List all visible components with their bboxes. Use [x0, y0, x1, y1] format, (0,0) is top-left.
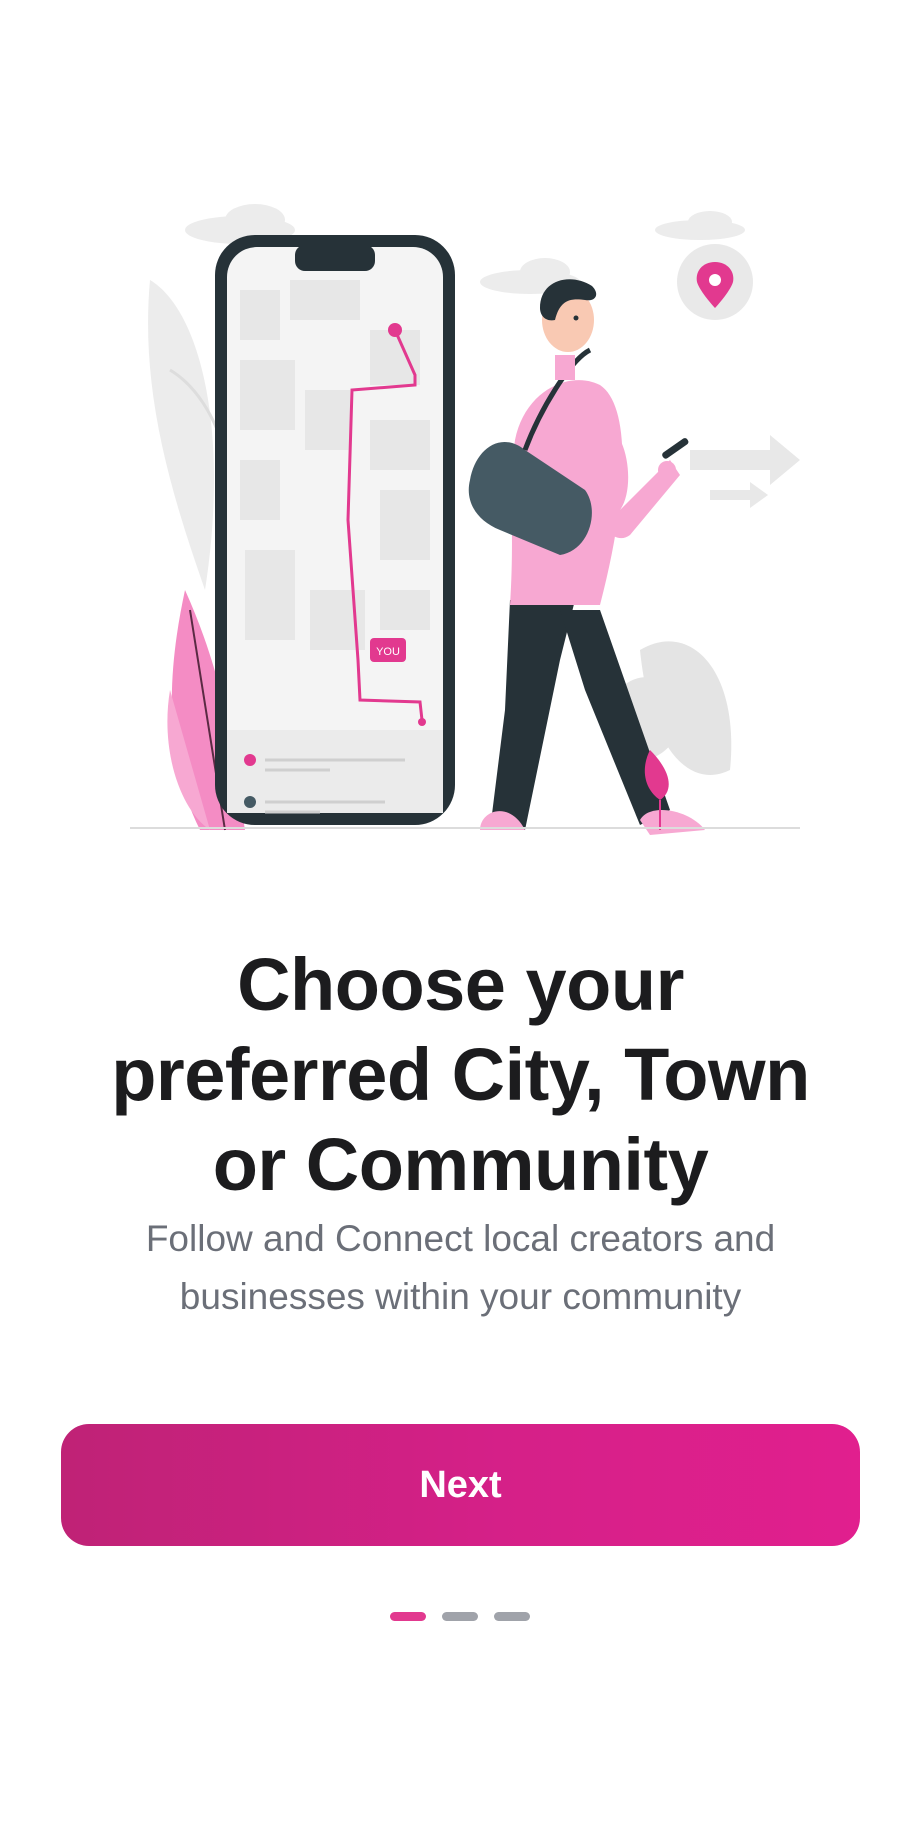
subtitle-line: Follow and Connect local creators and [145, 1218, 776, 1259]
walking-man-illustration [468, 279, 705, 835]
map-you-label: YOU [376, 646, 400, 658]
map-navigation-illustration: YOU [130, 204, 800, 835]
onboarding-title: Choose your preferred City, Town or Comm… [60, 940, 861, 1210]
page-indicator-dot [442, 1612, 478, 1621]
page-indicator-dot [494, 1612, 530, 1621]
title-line: Choose your [237, 943, 684, 1026]
onboarding-subtitle: Follow and Connect local creators and bu… [100, 1210, 821, 1326]
title-line: preferred City, Town [111, 1033, 810, 1116]
onboarding-illustration: YOU [130, 190, 800, 840]
subtitle-line: businesses within your community [179, 1276, 742, 1317]
arrow-right-icon [690, 435, 800, 508]
title-line: or Community [212, 1123, 709, 1206]
page-indicator-dot-active [390, 1612, 426, 1621]
next-button[interactable]: Next [61, 1424, 860, 1546]
page-indicator [390, 1612, 530, 1621]
